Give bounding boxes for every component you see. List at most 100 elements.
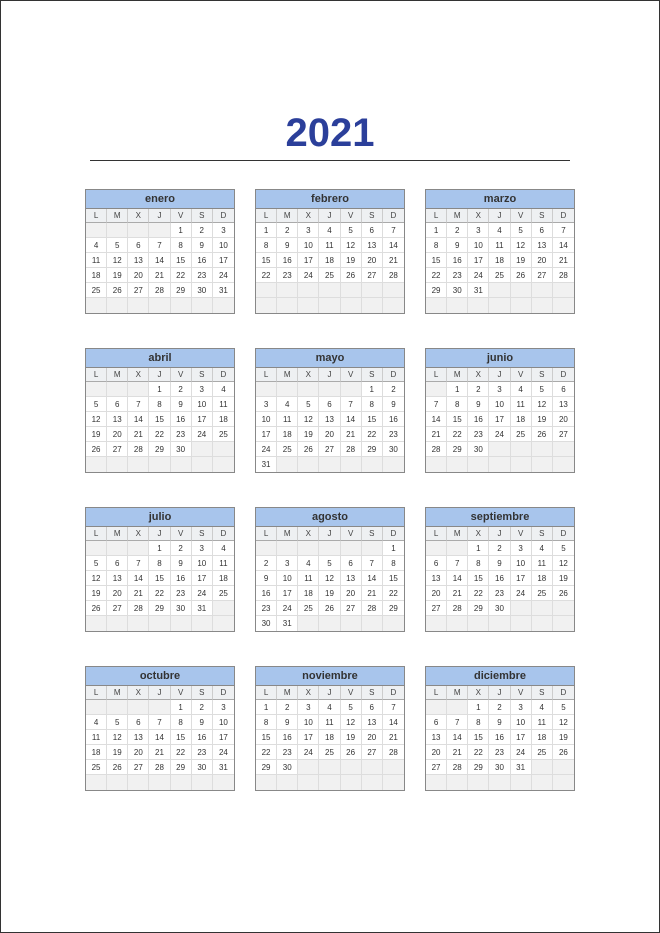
day-of-week-label: V bbox=[171, 686, 192, 700]
day-cell: 5 bbox=[553, 541, 574, 556]
day-cell: 16 bbox=[277, 253, 298, 268]
week-row: 15161718192021 bbox=[256, 730, 404, 745]
day-cell: 31 bbox=[511, 760, 532, 775]
day-cell: 10 bbox=[511, 715, 532, 730]
week-row: 15161718192021 bbox=[426, 253, 574, 268]
week-row: 12131415161718 bbox=[86, 571, 234, 586]
week-row: 567891011 bbox=[86, 397, 234, 412]
day-of-week-label: J bbox=[319, 686, 340, 700]
day-cell-empty bbox=[511, 283, 532, 298]
day-of-week-label: J bbox=[319, 368, 340, 382]
day-cell-empty bbox=[553, 616, 574, 631]
day-of-week-label: D bbox=[553, 368, 574, 382]
day-cell: 11 bbox=[213, 397, 234, 412]
day-cell: 17 bbox=[511, 730, 532, 745]
day-cell: 15 bbox=[362, 412, 383, 427]
day-cell: 26 bbox=[107, 760, 128, 775]
day-of-week-label: S bbox=[362, 209, 383, 223]
day-cell: 11 bbox=[511, 397, 532, 412]
day-of-week-label: X bbox=[298, 527, 319, 541]
day-cell-empty bbox=[511, 457, 532, 472]
day-cell: 12 bbox=[107, 253, 128, 268]
day-of-week-label: M bbox=[277, 368, 298, 382]
day-cell-empty bbox=[553, 283, 574, 298]
day-cell: 27 bbox=[128, 283, 149, 298]
day-cell-empty bbox=[362, 283, 383, 298]
day-cell: 12 bbox=[553, 556, 574, 571]
day-cell: 16 bbox=[171, 412, 192, 427]
week-row: 12345 bbox=[426, 541, 574, 556]
week-row: 21222324252627 bbox=[426, 427, 574, 442]
day-cell: 18 bbox=[511, 412, 532, 427]
day-cell: 17 bbox=[511, 571, 532, 586]
day-cell-empty bbox=[489, 616, 510, 631]
calendar-grid: eneroLMXJVSD1234567891011121314151617181… bbox=[85, 189, 575, 791]
day-cell-empty bbox=[107, 382, 128, 397]
day-cell: 28 bbox=[149, 283, 170, 298]
day-cell: 17 bbox=[192, 412, 213, 427]
day-of-week-row: LMXJVSD bbox=[426, 527, 574, 541]
day-cell: 31 bbox=[256, 457, 277, 472]
day-cell: 9 bbox=[192, 715, 213, 730]
day-cell: 7 bbox=[383, 223, 404, 238]
week-row: 27282930 bbox=[426, 601, 574, 616]
day-cell: 11 bbox=[319, 238, 340, 253]
week-row: 891011121314 bbox=[256, 715, 404, 730]
day-cell: 4 bbox=[489, 223, 510, 238]
week-row: 18192021222324 bbox=[86, 745, 234, 760]
week-row bbox=[256, 283, 404, 298]
day-cell: 11 bbox=[86, 253, 107, 268]
day-cell: 8 bbox=[362, 397, 383, 412]
day-of-week-row: LMXJVSD bbox=[256, 209, 404, 223]
month-name: febrero bbox=[256, 190, 404, 209]
day-cell: 16 bbox=[489, 730, 510, 745]
week-row: 18192021222324 bbox=[86, 268, 234, 283]
day-cell-empty bbox=[511, 442, 532, 457]
week-row: 6789101112 bbox=[426, 556, 574, 571]
day-cell: 7 bbox=[341, 397, 362, 412]
day-cell: 7 bbox=[383, 700, 404, 715]
day-cell-empty bbox=[128, 775, 149, 790]
day-cell: 9 bbox=[277, 238, 298, 253]
day-cell-empty bbox=[298, 616, 319, 631]
day-cell: 27 bbox=[341, 601, 362, 616]
day-cell: 5 bbox=[341, 700, 362, 715]
day-cell-empty bbox=[171, 457, 192, 472]
day-of-week-label: L bbox=[426, 209, 447, 223]
day-cell-empty bbox=[298, 457, 319, 472]
day-cell: 23 bbox=[256, 601, 277, 616]
day-cell-empty bbox=[171, 775, 192, 790]
month-agosto: agostoLMXJVSD123456789101112131415161718… bbox=[255, 507, 405, 632]
day-cell: 29 bbox=[468, 760, 489, 775]
day-of-week-label: S bbox=[532, 209, 553, 223]
day-cell: 30 bbox=[489, 601, 510, 616]
day-cell-empty bbox=[171, 298, 192, 313]
day-cell: 24 bbox=[511, 586, 532, 601]
day-cell-empty bbox=[107, 700, 128, 715]
day-cell: 1 bbox=[468, 700, 489, 715]
day-cell-empty bbox=[277, 541, 298, 556]
day-cell-empty bbox=[256, 382, 277, 397]
day-cell: 16 bbox=[468, 412, 489, 427]
day-cell: 24 bbox=[298, 268, 319, 283]
day-cell-empty bbox=[489, 298, 510, 313]
day-cell: 28 bbox=[447, 601, 468, 616]
day-cell-empty bbox=[383, 775, 404, 790]
day-cell: 5 bbox=[341, 223, 362, 238]
day-of-week-label: M bbox=[107, 368, 128, 382]
day-cell-empty bbox=[447, 457, 468, 472]
day-cell: 22 bbox=[171, 745, 192, 760]
day-cell: 15 bbox=[426, 253, 447, 268]
day-cell-empty bbox=[256, 298, 277, 313]
week-row: 22232425262728 bbox=[256, 268, 404, 283]
day-cell: 30 bbox=[171, 442, 192, 457]
day-cell: 2 bbox=[468, 382, 489, 397]
day-cell: 6 bbox=[362, 223, 383, 238]
day-cell: 25 bbox=[86, 283, 107, 298]
day-cell: 1 bbox=[426, 223, 447, 238]
week-row: 31 bbox=[256, 457, 404, 472]
week-row: 13141516171819 bbox=[426, 571, 574, 586]
day-cell: 30 bbox=[192, 760, 213, 775]
day-of-week-label: X bbox=[298, 686, 319, 700]
day-cell-empty bbox=[532, 760, 553, 775]
